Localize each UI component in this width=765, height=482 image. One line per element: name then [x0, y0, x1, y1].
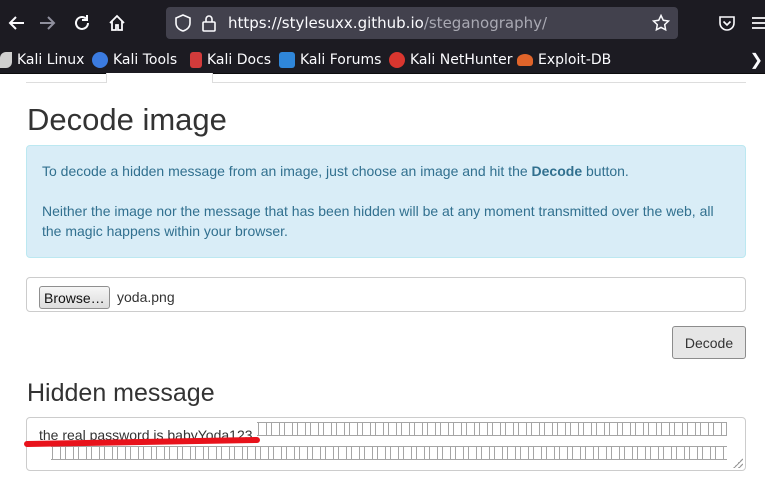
bookmark-kali-tools[interactable]: Kali Tools	[92, 50, 177, 70]
active-tab-edge[interactable]	[106, 73, 213, 83]
kali-tools-icon	[92, 52, 108, 68]
file-input[interactable]: Browse… yoda.png	[26, 277, 746, 312]
kali-nethunter-icon	[389, 52, 405, 68]
exploit-db-icon	[517, 54, 533, 66]
back-button[interactable]	[2, 8, 32, 38]
resize-handle-icon[interactable]	[733, 458, 743, 468]
home-button[interactable]	[102, 8, 132, 38]
unprintable-glyphs	[51, 446, 727, 460]
info-text: To decode a hidden message from an image…	[42, 163, 532, 179]
browse-button[interactable]: Browse…	[39, 286, 110, 309]
info-text: button.	[582, 163, 629, 179]
tab-strip	[26, 73, 746, 83]
bookmark-kali-forums[interactable]: Kali Forums	[279, 50, 381, 70]
kali-forums-icon	[279, 52, 295, 68]
pocket-icon	[719, 16, 735, 31]
forward-button[interactable]	[32, 8, 62, 38]
bookmark-exploit-db[interactable]: Exploit-DB	[517, 50, 611, 70]
back-arrow-icon	[8, 16, 24, 30]
info-line-1: To decode a hidden message from an image…	[42, 161, 730, 181]
decode-button[interactable]: Decode	[672, 326, 746, 359]
lock-icon[interactable]	[200, 14, 218, 37]
info-alert: To decode a hidden message from an image…	[26, 145, 746, 258]
bookmark-label: Kali Linux	[17, 52, 85, 68]
hamburger-menu-icon	[752, 17, 765, 29]
page-content: Decode image To decode a hidden message …	[0, 73, 765, 482]
bookmark-kali-linux[interactable]: Kali Linux	[0, 50, 84, 70]
bookmark-label: Kali Forums	[300, 52, 382, 68]
unprintable-glyphs	[257, 422, 727, 436]
kali-docs-icon	[190, 52, 202, 68]
reload-button[interactable]	[67, 8, 97, 38]
info-line-2: Neither the image nor the message that h…	[42, 203, 714, 239]
bookmark-kali-docs[interactable]: Kali Docs	[190, 50, 271, 70]
info-decode-bold: Decode	[531, 163, 583, 179]
reload-icon	[75, 15, 89, 30]
bookmark-label: Exploit-DB	[538, 52, 612, 68]
bookmark-label: Kali Docs	[207, 52, 272, 68]
home-icon	[109, 14, 125, 31]
bookmarks-bar: Kali Linux Kali Tools Kali Docs Kali For…	[0, 46, 765, 74]
address-bar[interactable]: https://stylesuxx.github.io/steganograph…	[166, 7, 678, 39]
browser-toolbar: https://stylesuxx.github.io/steganograph…	[0, 0, 765, 46]
url-host: https://stylesuxx.github.io	[228, 14, 424, 32]
decode-title: Decode image	[27, 102, 227, 137]
bookmark-star-icon[interactable]	[651, 13, 671, 37]
bookmark-label: Kali Tools	[113, 52, 178, 68]
bookmarks-overflow-icon[interactable]: ❯	[750, 50, 763, 70]
pocket-button[interactable]	[712, 8, 742, 38]
kali-dragon-icon	[0, 52, 12, 68]
selected-file-name: yoda.png	[117, 289, 175, 305]
url-path: /steganography/	[423, 14, 548, 32]
bookmark-label: Kali NetHunter	[410, 52, 513, 68]
hidden-message-title: Hidden message	[27, 379, 215, 407]
tracking-shield-icon[interactable]	[174, 14, 192, 37]
forward-arrow-icon	[40, 16, 56, 30]
menu-button[interactable]	[744, 8, 765, 38]
url-text: https://stylesuxx.github.io/steganograph…	[228, 14, 547, 32]
bookmark-kali-nethunter[interactable]: Kali NetHunter	[389, 50, 512, 70]
